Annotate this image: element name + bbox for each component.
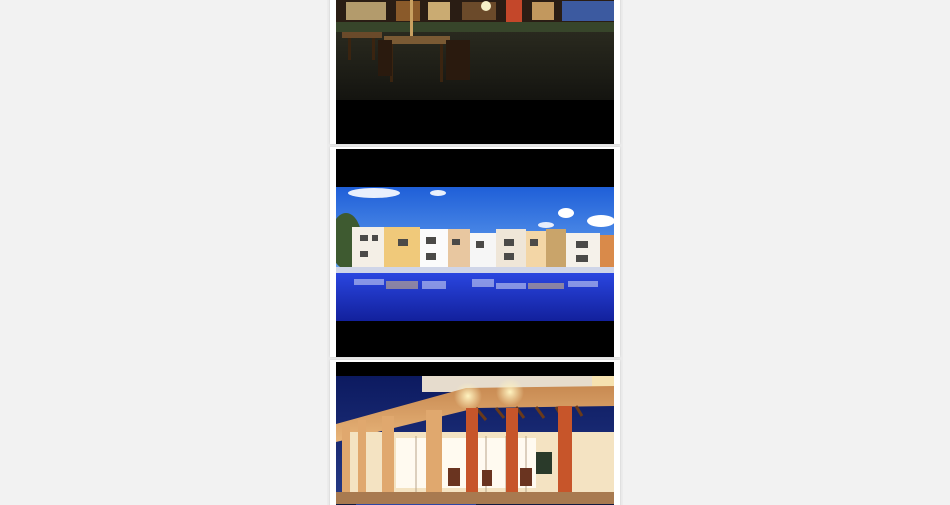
photo-terrace-night-image — [336, 0, 614, 144]
photo-clubhouse-dusk[interactable] — [336, 362, 614, 505]
photo-townhouses-pool-image — [336, 149, 614, 357]
photo-card-pool[interactable] — [330, 147, 620, 357]
photo-gallery-viewport[interactable] — [0, 0, 950, 505]
photo-card-terrace[interactable] — [330, 0, 620, 144]
photo-townhouses-pool[interactable] — [336, 149, 614, 357]
photo-clubhouse-dusk-image — [336, 362, 614, 505]
photo-terrace-night[interactable] — [336, 0, 614, 144]
photo-card-clubhouse[interactable] — [330, 360, 620, 505]
